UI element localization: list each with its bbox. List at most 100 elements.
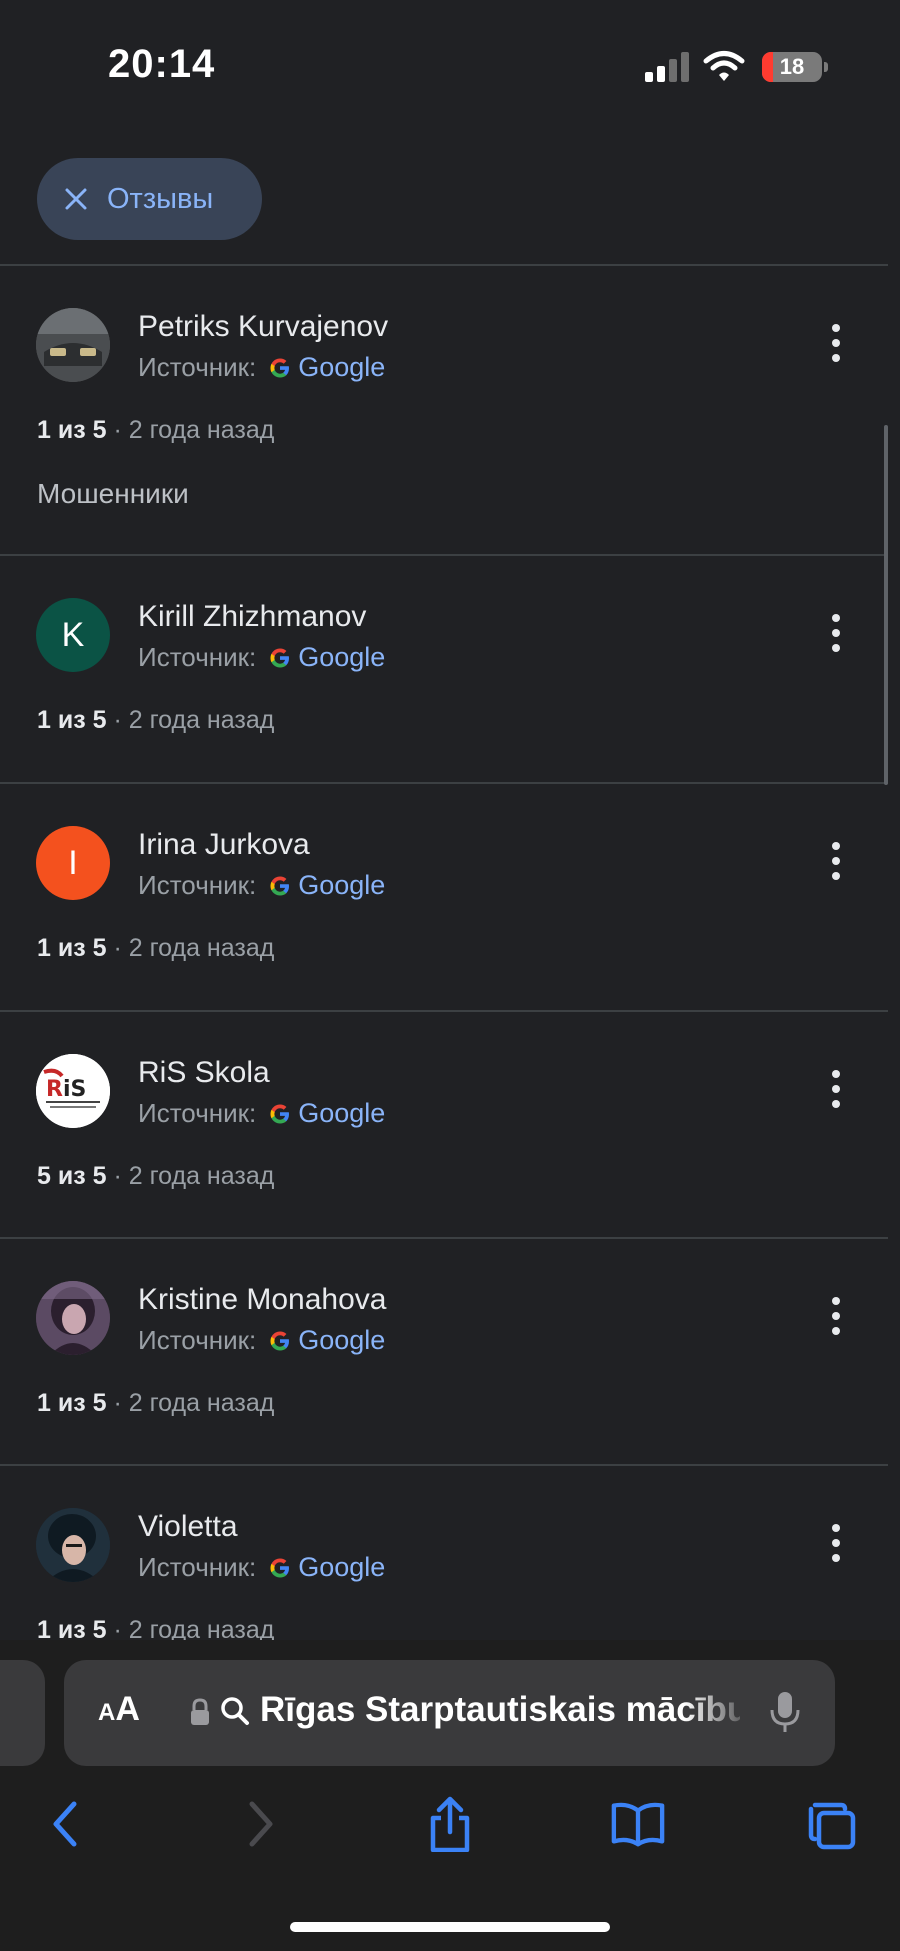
avatar[interactable]: I [36, 826, 110, 900]
cellular-signal-icon [645, 52, 689, 82]
source-label: Источник: [138, 642, 257, 672]
reviews-filter-chip[interactable]: Отзывы [37, 158, 262, 240]
review-author[interactable]: Petriks Kurvajenov [138, 310, 388, 344]
back-button[interactable] [38, 1796, 94, 1852]
svg-text:iS: iS [63, 1077, 86, 1102]
avatar-letter: K [61, 615, 85, 654]
source-label: Источник: [138, 352, 257, 382]
review-author[interactable]: Violetta [138, 1510, 238, 1544]
source-name[interactable]: Google [298, 870, 385, 901]
review-card: Petriks Kurvajenov Источник: Google 1 из… [0, 266, 888, 554]
lock-icon [191, 1698, 209, 1725]
chip-label: Отзывы [107, 182, 214, 215]
review-card: K Kirill Zhizhmanov Источник: Google 1 и… [0, 556, 888, 782]
review-card: Kristine Monahova Источник: Google 1 из … [0, 1239, 888, 1465]
review-rating: 1 из 5 [37, 934, 107, 962]
svg-text:R: R [46, 1077, 63, 1102]
google-icon [270, 1331, 290, 1350]
google-icon [270, 648, 290, 667]
share-button[interactable] [422, 1796, 478, 1852]
battery-indicator: 18 [762, 52, 822, 82]
review-rating: 1 из 5 [37, 706, 107, 734]
bookmarks-icon [611, 1802, 665, 1847]
review-meta: 1 из 5 · 2 года назад [37, 934, 274, 963]
tabs-button[interactable] [802, 1796, 858, 1852]
review-source: Источник: Google [138, 1098, 385, 1129]
review-date: · 2 года назад [113, 416, 275, 444]
avatar[interactable] [36, 308, 110, 382]
more-options-button[interactable] [822, 608, 850, 658]
more-options-button[interactable] [822, 836, 850, 886]
source-name[interactable]: Google [298, 352, 385, 383]
review-rating: 1 из 5 [37, 416, 107, 444]
review-meta: 1 из 5 · 2 года назад [37, 1616, 274, 1640]
search-icon [221, 1697, 249, 1725]
home-indicator [290, 1922, 610, 1932]
previous-tab-peek[interactable] [0, 1660, 45, 1766]
review-meta: 5 из 5 · 2 года назад [37, 1162, 274, 1191]
review-text: Мошенники [37, 478, 189, 509]
battery-cap [824, 62, 828, 72]
source-label: Источник: [138, 1552, 257, 1582]
review-rating: 1 из 5 [37, 1389, 107, 1417]
source-label: Источник: [138, 1098, 257, 1128]
review-meta: 1 из 5 · 2 года назад [37, 706, 274, 735]
more-options-button[interactable] [822, 1064, 850, 1114]
avatar[interactable]: R iS [36, 1054, 110, 1128]
car-photo-avatar [36, 308, 110, 382]
review-source: Источник: Google [138, 870, 385, 901]
review-source: Источник: Google [138, 1325, 385, 1356]
more-options-button[interactable] [822, 1291, 850, 1341]
back-icon [53, 1801, 77, 1847]
source-name[interactable]: Google [298, 1552, 385, 1583]
aa-small: A [98, 1699, 116, 1726]
avatar[interactable] [36, 1281, 110, 1355]
source-name[interactable]: Google [298, 642, 385, 673]
scrollbar[interactable] [884, 425, 888, 785]
portrait-photo-avatar [36, 1281, 110, 1355]
review-date: · 2 года назад [113, 1389, 275, 1417]
review-author[interactable]: Kristine Monahova [138, 1283, 386, 1317]
tabs-icon [808, 1802, 856, 1850]
review-meta: 1 из 5 · 2 года назад [37, 416, 274, 445]
review-author[interactable]: RiS Skola [138, 1056, 270, 1090]
close-icon[interactable] [63, 186, 89, 212]
google-icon [270, 1558, 290, 1577]
review-author[interactable]: Kirill Zhizhmanov [138, 600, 366, 634]
review-card: I Irina Jurkova Источник: Google 1 из 5 … [0, 784, 888, 1010]
review-card: R iS RiS Skola Источник: Google 5 из 5 ·… [0, 1012, 888, 1238]
microphone-icon[interactable] [768, 1690, 802, 1736]
address-text[interactable]: Rīgas Starptautiskais mācību centrs [260, 1690, 740, 1730]
source-name[interactable]: Google [298, 1325, 385, 1356]
review-source: Источник: Google [138, 642, 385, 673]
forward-icon [249, 1801, 273, 1847]
avatar[interactable] [36, 1508, 110, 1582]
google-icon [270, 1104, 290, 1123]
review-author[interactable]: Irina Jurkova [138, 828, 310, 862]
share-icon [430, 1796, 470, 1852]
status-bar: 20:14 18 [0, 0, 900, 130]
more-options-button[interactable] [822, 1518, 850, 1568]
ris-logo-avatar: R iS [36, 1054, 110, 1128]
review-source: Источник: Google [138, 352, 385, 383]
source-label: Источник: [138, 1325, 257, 1355]
address-bar[interactable]: AA Rīgas Starptautiskais mācību centrs [64, 1660, 835, 1766]
avatar[interactable]: K [36, 598, 110, 672]
review-rating: 1 из 5 [37, 1616, 107, 1640]
page-settings-button[interactable]: AA [98, 1690, 140, 1729]
aa-big: A [115, 1690, 140, 1728]
bookmarks-button[interactable] [610, 1796, 666, 1852]
forward-button[interactable] [232, 1796, 288, 1852]
address-fade [684, 1680, 754, 1746]
battery-percent: 18 [779, 54, 805, 79]
review-card: Violetta Источник: Google 1 из 5 · 2 год… [0, 1466, 888, 1640]
status-time: 20:14 [108, 42, 216, 86]
google-icon [270, 876, 290, 895]
review-date: · 2 года назад [113, 706, 275, 734]
source-label: Источник: [138, 870, 257, 900]
review-rating: 5 из 5 [37, 1162, 107, 1190]
review-date: · 2 года назад [113, 1162, 275, 1190]
portrait-photo-avatar [36, 1508, 110, 1582]
source-name[interactable]: Google [298, 1098, 385, 1129]
more-options-button[interactable] [822, 318, 850, 368]
